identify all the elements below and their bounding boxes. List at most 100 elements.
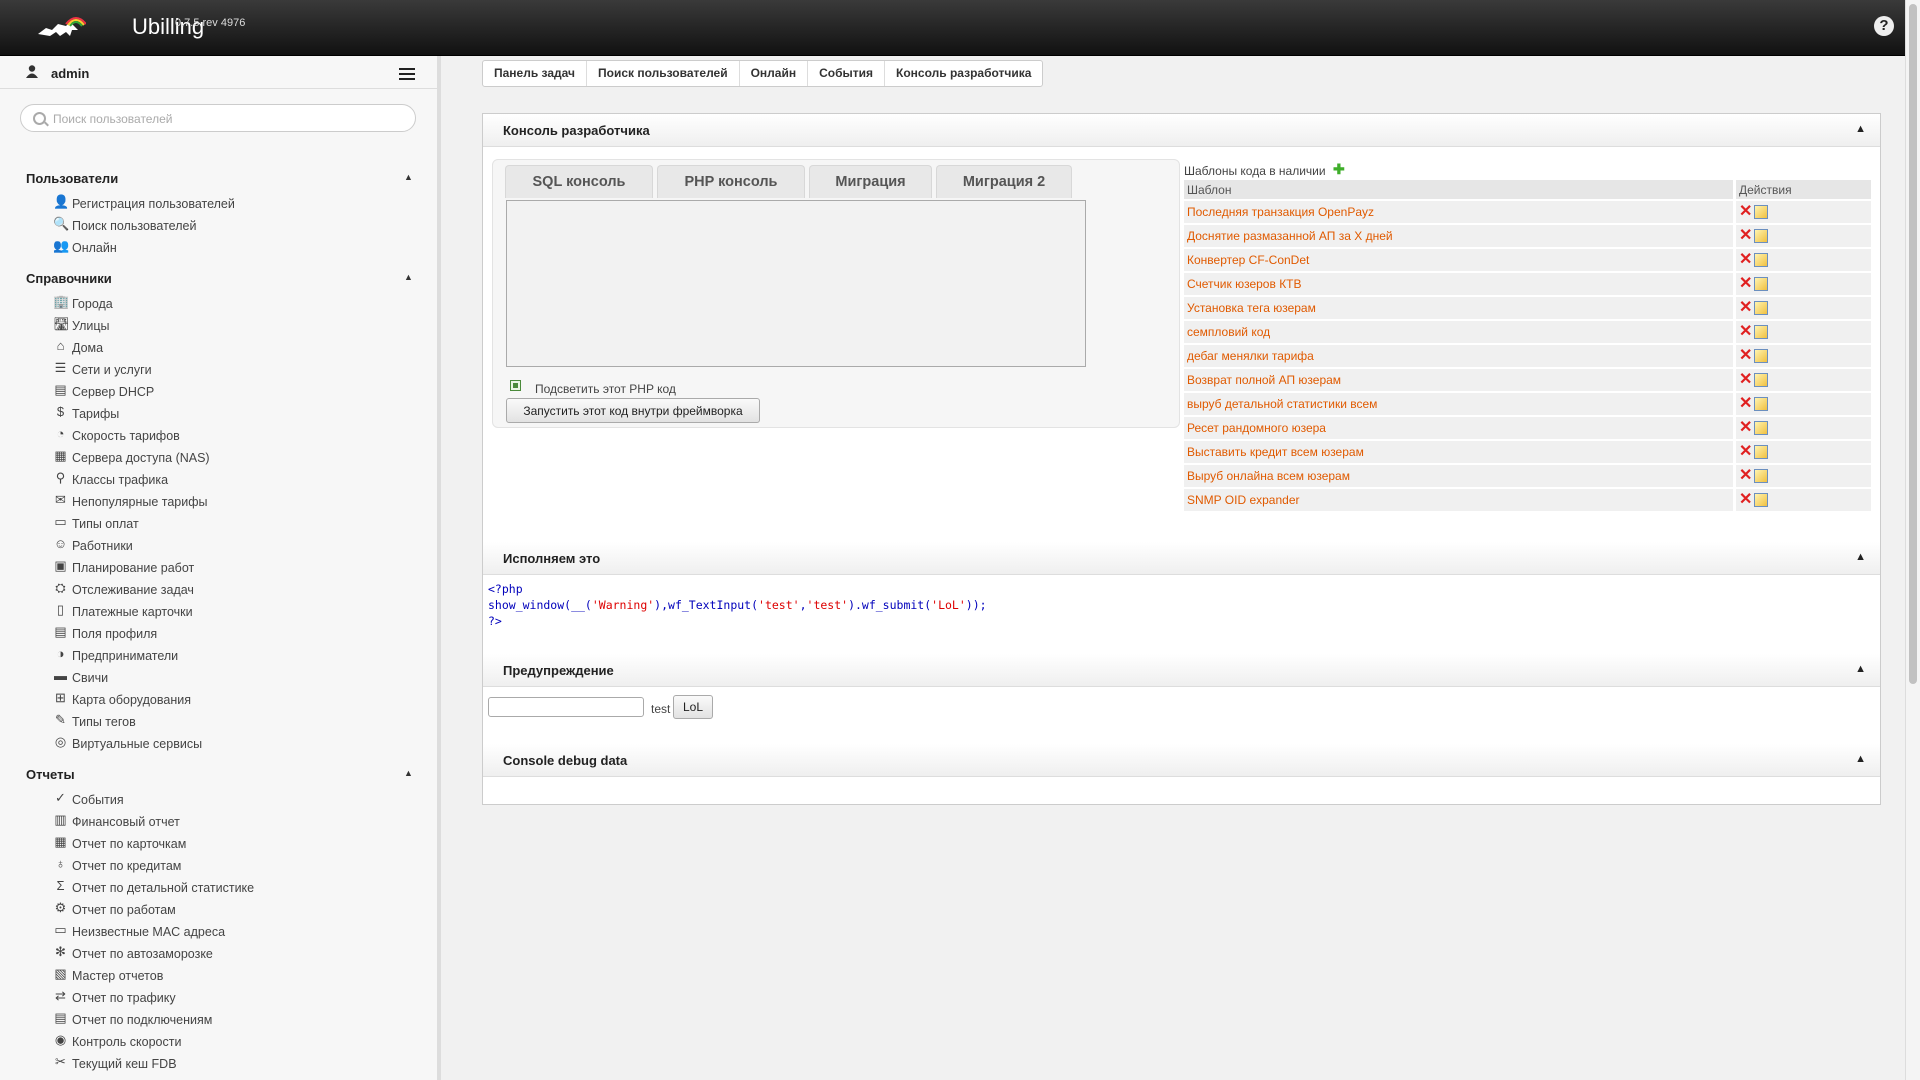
sidebar-item[interactable]: ✻ Отчет по автозаморозке — [0, 942, 437, 964]
edit-icon[interactable] — [1754, 397, 1769, 412]
delete-icon[interactable]: ✕ — [1739, 300, 1752, 316]
collapse-icon[interactable]: ▲ — [404, 768, 413, 778]
sidebar-item[interactable]: ▬ Свичи — [0, 666, 437, 688]
sidebar-item[interactable]: 👤 Регистрация пользователей — [0, 192, 437, 214]
collapse-icon[interactable]: ▲ — [1855, 551, 1866, 563]
highlight-checkbox[interactable] — [510, 380, 521, 391]
delete-icon[interactable]: ✕ — [1739, 252, 1752, 268]
panel-header-warning[interactable]: Предупреждение ▲ — [483, 654, 1880, 687]
edit-icon[interactable] — [1754, 445, 1769, 460]
template-link[interactable]: Установка тега юзерам — [1184, 295, 1735, 320]
delete-icon[interactable]: ✕ — [1739, 396, 1752, 412]
run-code-button[interactable]: Запустить этот код внутри фреймворка — [506, 398, 760, 423]
breadcrumb-item[interactable]: Панель задач — [483, 61, 587, 86]
delete-icon[interactable]: ✕ — [1739, 276, 1752, 292]
delete-icon[interactable]: ✕ — [1739, 420, 1752, 436]
sidebar-item[interactable]: ▤ Отчет по подключениям — [0, 1008, 437, 1030]
sidebar-section-header[interactable]: Справочники ▲ — [0, 264, 437, 292]
page-scrollbar[interactable] — [1905, 0, 1920, 1080]
code-editor[interactable] — [506, 200, 1086, 367]
lol-button[interactable]: LoL — [673, 695, 713, 719]
edit-icon[interactable] — [1754, 469, 1769, 484]
tab-php-console[interactable]: PHP консоль — [657, 165, 805, 198]
template-link[interactable]: выруб детальной статистики всем — [1184, 391, 1735, 416]
collapse-icon[interactable]: ▲ — [1855, 753, 1866, 765]
sidebar-item[interactable]: ⇄ Отчет по трафику — [0, 986, 437, 1008]
sidebar-item[interactable]: ◔ Скорость тарифов — [0, 424, 437, 446]
sidebar-item[interactable]: ▭ Типы оплат — [0, 512, 437, 534]
sidebar-item[interactable]: 🔍 Поиск пользователей — [0, 214, 437, 236]
template-link[interactable]: семпловий код — [1184, 319, 1735, 344]
sidebar-item[interactable]: ✓ События — [0, 788, 437, 810]
delete-icon[interactable]: ✕ — [1739, 372, 1752, 388]
collapse-icon[interactable]: ▲ — [404, 272, 413, 282]
edit-icon[interactable] — [1754, 493, 1769, 508]
sidebar-item[interactable]: ✂ Текущий кеш FDB — [0, 1052, 437, 1074]
sidebar-item[interactable]: ▤ Сервер DHCP — [0, 380, 437, 402]
template-link[interactable]: Последняя транзакция OpenPayz — [1184, 199, 1735, 224]
menu-toggle-icon[interactable] — [399, 68, 415, 80]
collapse-icon[interactable]: ▲ — [1855, 123, 1866, 135]
sidebar-item[interactable]: ⊞ Карта оборудования — [0, 688, 437, 710]
template-link[interactable]: Выставить кредит всем юзерам — [1184, 439, 1735, 464]
sidebar-item[interactable]: ♁ Отчет по кредитам — [0, 854, 437, 876]
tab-migration[interactable]: Миграция — [809, 165, 932, 198]
help-icon[interactable]: ? — [1874, 16, 1894, 36]
sidebar-item[interactable]: ▧ Мастер отчетов — [0, 964, 437, 986]
sidebar-item[interactable]: ⌂ Дома — [0, 336, 437, 358]
sidebar-item[interactable]: ⛭ Отслеживание задач — [0, 578, 437, 600]
breadcrumb-item[interactable]: Онлайн — [740, 61, 809, 86]
user-search-input[interactable] — [51, 109, 405, 129]
panel-header-debug[interactable]: Console debug data ▲ — [483, 744, 1880, 777]
delete-icon[interactable]: ✕ — [1739, 444, 1752, 460]
edit-icon[interactable] — [1754, 373, 1769, 388]
breadcrumb-item[interactable]: Поиск пользователей — [587, 61, 740, 86]
sidebar-section-header[interactable]: Отчеты ▲ — [0, 760, 437, 788]
sidebar-item[interactable]: ◉ Контроль скорости — [0, 1030, 437, 1052]
sidebar-item[interactable]: ◎ Виртуальные сервисы — [0, 732, 437, 754]
sidebar-item[interactable]: ☰ Сети и услуги — [0, 358, 437, 380]
breadcrumb-item[interactable]: Консоль разработчика — [885, 61, 1042, 86]
panel-header-console[interactable]: Консоль разработчика ▲ — [483, 114, 1880, 147]
collapse-icon[interactable]: ▲ — [404, 172, 413, 182]
sidebar-item[interactable]: 🛣 Улицы — [0, 314, 437, 336]
delete-icon[interactable]: ✕ — [1739, 324, 1752, 340]
sidebar-item[interactable]: ✉ Непопулярные тарифы — [0, 490, 437, 512]
edit-icon[interactable] — [1754, 277, 1769, 292]
sidebar-item[interactable]: ✎ Типы тегов — [0, 710, 437, 732]
template-link[interactable]: Возврат полной АП юзерам — [1184, 367, 1735, 392]
template-link[interactable]: Конвертер CF-ConDet — [1184, 247, 1735, 272]
breadcrumb-item[interactable]: События — [808, 61, 886, 86]
edit-icon[interactable] — [1754, 229, 1769, 244]
edit-icon[interactable] — [1754, 421, 1769, 436]
template-link[interactable]: SNMP OID expander — [1184, 487, 1735, 511]
scrollbar-thumb[interactable] — [1909, 4, 1917, 684]
template-link[interactable]: Счетчик юзеров КТВ — [1184, 271, 1735, 296]
template-link[interactable]: Выруб онлайна всем юзерам — [1184, 463, 1735, 488]
delete-icon[interactable]: ✕ — [1739, 228, 1752, 244]
sidebar-item[interactable]: ▥ Финансовый отчет — [0, 810, 437, 832]
sidebar-item[interactable]: ◑ Предприниматели — [0, 644, 437, 666]
tab-migration-2[interactable]: Миграция 2 — [936, 165, 1072, 198]
sidebar-item[interactable]: 🏢 Города — [0, 292, 437, 314]
sidebar-item[interactable]: 👥 Онлайн — [0, 236, 437, 258]
delete-icon[interactable]: ✕ — [1739, 492, 1752, 508]
sidebar-item[interactable]: ▣ Планирование работ — [0, 556, 437, 578]
add-template-icon[interactable]: ✚ — [1333, 161, 1345, 178]
edit-icon[interactable] — [1754, 301, 1769, 316]
sidebar-item[interactable]: $ Тарифы — [0, 402, 437, 424]
panel-header-execute[interactable]: Исполняем это ▲ — [483, 542, 1880, 575]
sidebar-item[interactable]: ▦ Отчет по карточкам — [0, 832, 437, 854]
sidebar-item[interactable]: ▦ Сервера доступа (NAS) — [0, 446, 437, 468]
collapse-icon[interactable]: ▲ — [1855, 663, 1866, 675]
edit-icon[interactable] — [1754, 253, 1769, 268]
ubilling-logo-icon[interactable] — [36, 12, 86, 40]
tab-sql-console[interactable]: SQL консоль — [505, 165, 653, 198]
sidebar-item[interactable]: ☺ Работники — [0, 534, 437, 556]
sidebar-item[interactable]: ▭ Неизвестные MAC адреса — [0, 920, 437, 942]
sidebar-item[interactable]: Σ Отчет по детальной статистике — [0, 876, 437, 898]
sidebar-item[interactable]: ⚙ Отчет по работам — [0, 898, 437, 920]
edit-icon[interactable] — [1754, 349, 1769, 364]
sidebar-item[interactable]: ⚲ Классы трафика — [0, 468, 437, 490]
delete-icon[interactable]: ✕ — [1739, 204, 1752, 220]
